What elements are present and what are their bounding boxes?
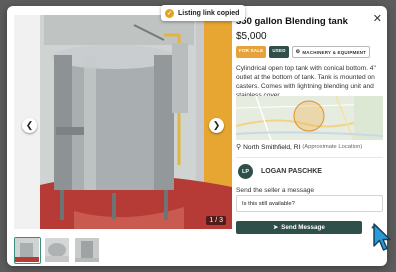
location-row: ⚲ North Smithfield, RI (Approximate Loca… [236,143,363,152]
listing-price: $5,000 [236,31,267,42]
message-input[interactable]: Is this still available? [236,195,383,212]
send-message-label: Send Message [281,224,325,231]
badge-row: FOR SALE USED ⚙ MACHINERY & EQUIPMENT [236,46,371,58]
seller-avatar[interactable]: LP [238,164,253,179]
category-badge[interactable]: ⚙ MACHINERY & EQUIPMENT [291,46,371,58]
toast-notification: ✓ Listing link copied [161,5,246,21]
listing-title: 350 gallon Blending tank [236,16,348,27]
thumbnail-strip [14,237,101,264]
image-counter: 1 / 3 [206,216,226,225]
check-icon: ✓ [165,8,174,18]
previous-image-button[interactable]: ❮ [22,118,37,133]
image-viewer: ❮ ❯ 1 / 3 [14,15,232,229]
send-icon: ➤ [273,225,279,231]
listing-modal: ❮ ❯ 1 / 3 ✕ 350 gallon Blending tank $5,… [7,6,387,266]
thumbnail-3[interactable] [74,237,101,264]
location-map[interactable] [236,96,383,140]
gear-icon: ⚙ [295,49,301,55]
toast-text: Listing link copied [178,9,240,17]
cursor-icon [373,223,391,251]
thumbnail-2[interactable] [44,237,71,264]
send-message-button[interactable]: ➤ Send Message [236,221,362,234]
listing-photo [14,15,232,229]
seller-name[interactable]: LOGAN PASCHKE [261,168,322,175]
thumbnail-1[interactable] [14,237,41,264]
location-pin-icon: ⚲ [236,144,242,151]
chevron-left-icon: ❮ [25,120,34,130]
message-label: Send the seller a message [236,187,315,194]
listing-description: Cylindrical open top tank with conical b… [236,65,376,99]
chevron-right-icon: ❯ [212,120,221,130]
divider [236,157,383,158]
category-label: MACHINERY & EQUIPMENT [302,49,367,55]
condition-badge: USED [269,46,289,58]
location-text: North Smithfield, RI [243,143,301,151]
for-sale-badge: FOR SALE [236,46,267,58]
location-approx: (Approximate Location) [302,144,363,150]
next-image-button[interactable]: ❯ [209,118,224,133]
